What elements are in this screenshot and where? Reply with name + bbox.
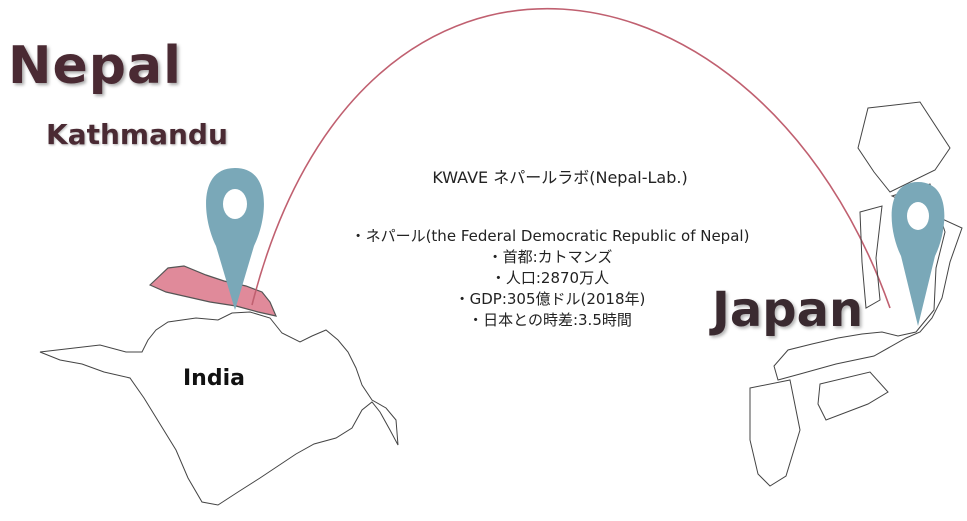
nepal-label: Nepal [8, 36, 182, 96]
india-label: India [183, 366, 245, 391]
fact-gdp: ・GDP:305億ドル(2018年) [454, 290, 646, 308]
kathmandu-label: Kathmandu [46, 118, 228, 151]
fact-official-name: ・ネパール(the Federal Democratic Republic of… [350, 227, 750, 245]
info-facts-list: ・ネパール(the Federal Democratic Republic of… [300, 226, 800, 331]
nepal-shape [148, 265, 278, 317]
fact-population: ・人口:2870万人 [490, 269, 610, 287]
japan-map-pin-icon [891, 182, 945, 326]
fact-time-difference: ・日本との時差:3.5時間 [468, 311, 632, 329]
fact-capital: ・首都:カトマンズ [487, 248, 613, 266]
india-outline [39, 311, 399, 506]
info-title: KWAVE ネパールラボ(Nepal-Lab.) [432, 168, 688, 187]
